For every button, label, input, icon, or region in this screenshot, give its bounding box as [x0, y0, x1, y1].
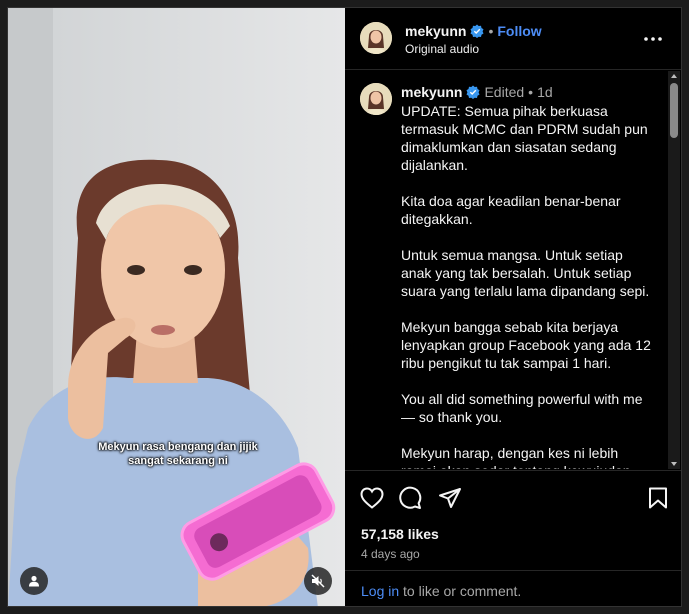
- comment-paragraph: You all did something powerful with me —…: [401, 391, 643, 425]
- video-frame-illustration: [8, 8, 345, 606]
- comment-button[interactable]: [397, 485, 423, 511]
- mute-toggle-button[interactable]: [304, 567, 332, 595]
- share-button[interactable]: [437, 485, 463, 511]
- login-link[interactable]: Log in: [361, 583, 399, 599]
- comment-author-avatar[interactable]: [360, 83, 392, 115]
- comment-paragraph: Kita doa agar keadilan benar-benar diteg…: [401, 193, 621, 227]
- audio-link[interactable]: Original audio: [405, 42, 479, 56]
- comment-paragraph: Untuk semua mangsa. Untuk setiap anak ya…: [401, 247, 650, 299]
- caption-comment: mekyunn Edited • 1d UPDATE: Semua pihak …: [345, 71, 681, 469]
- like-button[interactable]: [359, 485, 385, 511]
- follow-button[interactable]: Follow: [497, 23, 541, 39]
- comment-body: UPDATE: Semua pihak berkuasa termasuk MC…: [401, 102, 651, 469]
- author-username[interactable]: mekyunn: [405, 23, 466, 39]
- comment-paragraph: Mekyun bangga sebab kita berjaya lenyapk…: [401, 319, 651, 371]
- user-icon: [29, 575, 39, 587]
- more-options-button[interactable]: [641, 27, 665, 51]
- avatar-image: [360, 83, 392, 115]
- caption-line-2: sangat sekarang ni: [128, 455, 228, 467]
- scroll-up-arrow-icon[interactable]: [671, 74, 677, 78]
- header-name-row: mekyunn • Follow: [405, 23, 542, 39]
- comment-time[interactable]: 1d: [537, 84, 553, 100]
- comment-username[interactable]: mekyunn: [401, 84, 462, 100]
- scroll-down-arrow-icon[interactable]: [671, 462, 677, 466]
- author-avatar[interactable]: [360, 22, 392, 54]
- post-modal: Mekyun rasa bengang dan jijik sangat sek…: [7, 7, 682, 607]
- caption-line-1: Mekyun rasa bengang dan jijik: [98, 441, 258, 453]
- post-modal-frame: Mekyun rasa bengang dan jijik sangat sek…: [0, 0, 689, 614]
- save-button[interactable]: [645, 485, 671, 511]
- post-date[interactable]: 4 days ago: [361, 547, 420, 561]
- tagged-users-button[interactable]: [20, 567, 48, 595]
- comment-paragraph: Mekyun harap, dengan kes ni lebih ramai …: [401, 445, 631, 469]
- more-options-icon: [644, 37, 662, 41]
- scrollbar-thumb[interactable]: [670, 83, 678, 138]
- verified-badge-icon: [470, 24, 484, 38]
- comment-paragraph: UPDATE: Semua pihak berkuasa termasuk MC…: [401, 103, 648, 173]
- login-rest: to like or comment.: [399, 583, 522, 599]
- post-details-panel: mekyunn • Follow Original audio mekyunn …: [345, 8, 681, 606]
- verified-badge-icon: [466, 85, 480, 99]
- reel-video[interactable]: Mekyun rasa bengang dan jijik sangat sek…: [8, 8, 345, 606]
- video-caption: Mekyun rasa bengang dan jijik sangat sek…: [78, 440, 278, 468]
- bookmark-icon: [649, 487, 667, 509]
- login-text: Log in to like or comment.: [361, 583, 521, 599]
- login-prompt: Log in to like or comment.: [345, 570, 681, 606]
- share-icon: [439, 488, 461, 508]
- heart-icon: [360, 487, 384, 509]
- post-header: mekyunn • Follow Original audio: [345, 8, 681, 70]
- edited-label: Edited: [484, 84, 525, 100]
- post-actions: 57,158 likes 4 days ago Log in to like o…: [345, 470, 681, 606]
- comments-scrollbar[interactable]: [668, 71, 680, 469]
- avatar-image: [360, 22, 392, 54]
- likes-count[interactable]: 57,158 likes: [361, 526, 439, 542]
- comment-header: mekyunn Edited • 1d: [401, 84, 553, 100]
- header-separator: •: [488, 23, 494, 39]
- muted-speaker-icon: [311, 574, 325, 588]
- comment-icon: [399, 486, 422, 509]
- comment-separator: •: [528, 84, 534, 100]
